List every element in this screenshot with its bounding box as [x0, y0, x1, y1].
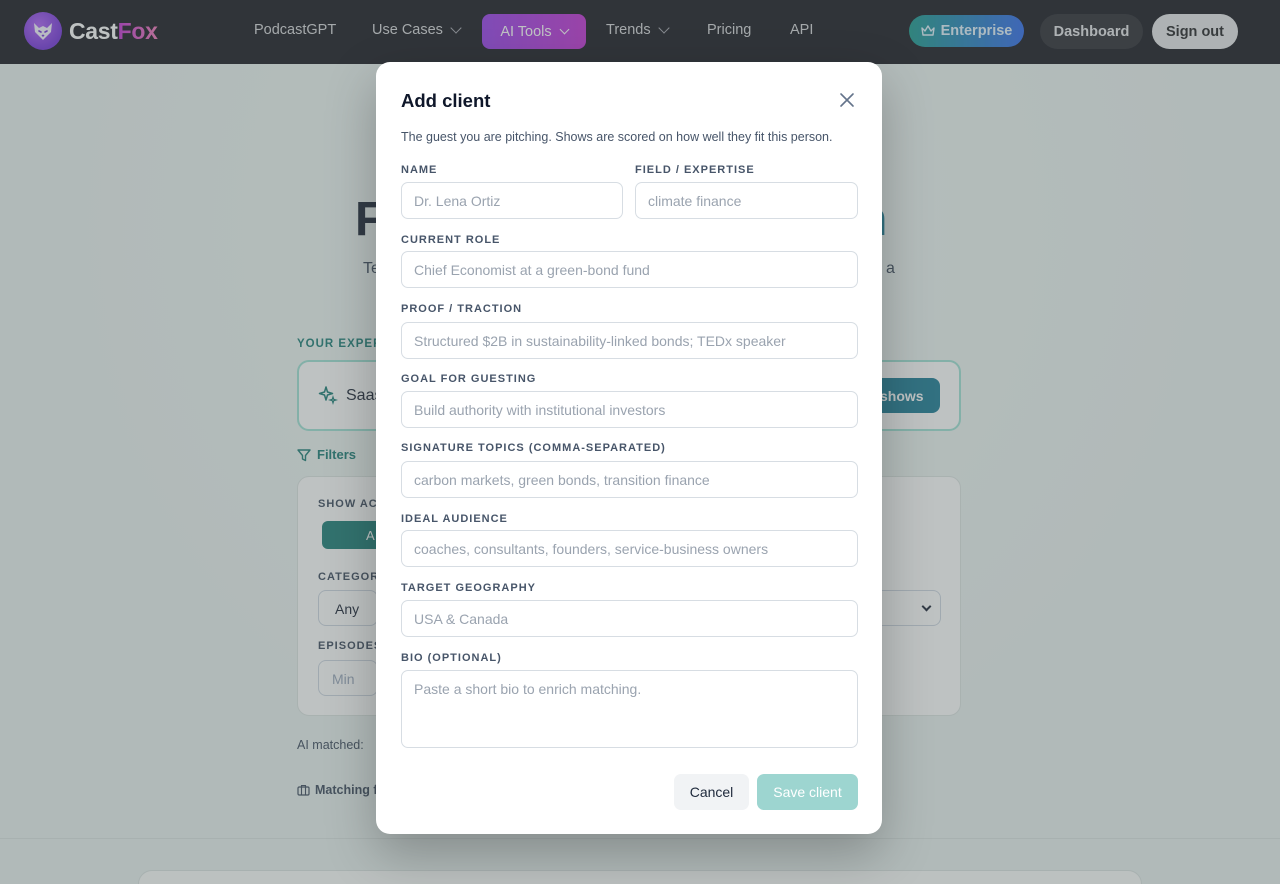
bio-label: BIO (OPTIONAL)	[401, 652, 502, 664]
add-client-modal: Add client The guest you are pitching. S…	[376, 62, 882, 834]
ideal-audience-label: IDEAL AUDIENCE	[401, 513, 508, 525]
name-input[interactable]	[401, 182, 623, 219]
proof-traction-label: PROOF / TRACTION	[401, 303, 523, 315]
cancel-button[interactable]: Cancel	[674, 774, 749, 810]
goal-label: GOAL FOR GUESTING	[401, 373, 537, 385]
signature-topics-input[interactable]	[401, 461, 858, 498]
name-label: NAME	[401, 164, 438, 176]
modal-description: The guest you are pitching. Shows are sc…	[401, 130, 833, 144]
current-role-input[interactable]	[401, 251, 858, 288]
proof-traction-input[interactable]	[401, 322, 858, 359]
field-expertise-label: FIELD / EXPERTISE	[635, 164, 755, 176]
signature-topics-label: SIGNATURE TOPICS (COMMA-SEPARATED)	[401, 442, 666, 454]
modal-title: Add client	[401, 90, 491, 111]
field-expertise-input[interactable]	[635, 182, 858, 219]
cancel-label: Cancel	[689, 784, 734, 800]
current-role-label: CURRENT ROLE	[401, 234, 501, 246]
bio-textarea[interactable]	[401, 670, 858, 748]
ideal-audience-input[interactable]	[401, 530, 858, 567]
save-client-label: Save client	[773, 784, 842, 800]
goal-input[interactable]	[401, 391, 858, 428]
close-icon[interactable]	[838, 91, 856, 109]
target-geography-input[interactable]	[401, 600, 858, 637]
target-geography-label: TARGET GEOGRAPHY	[401, 582, 536, 594]
save-client-button[interactable]: Save client	[757, 774, 858, 810]
